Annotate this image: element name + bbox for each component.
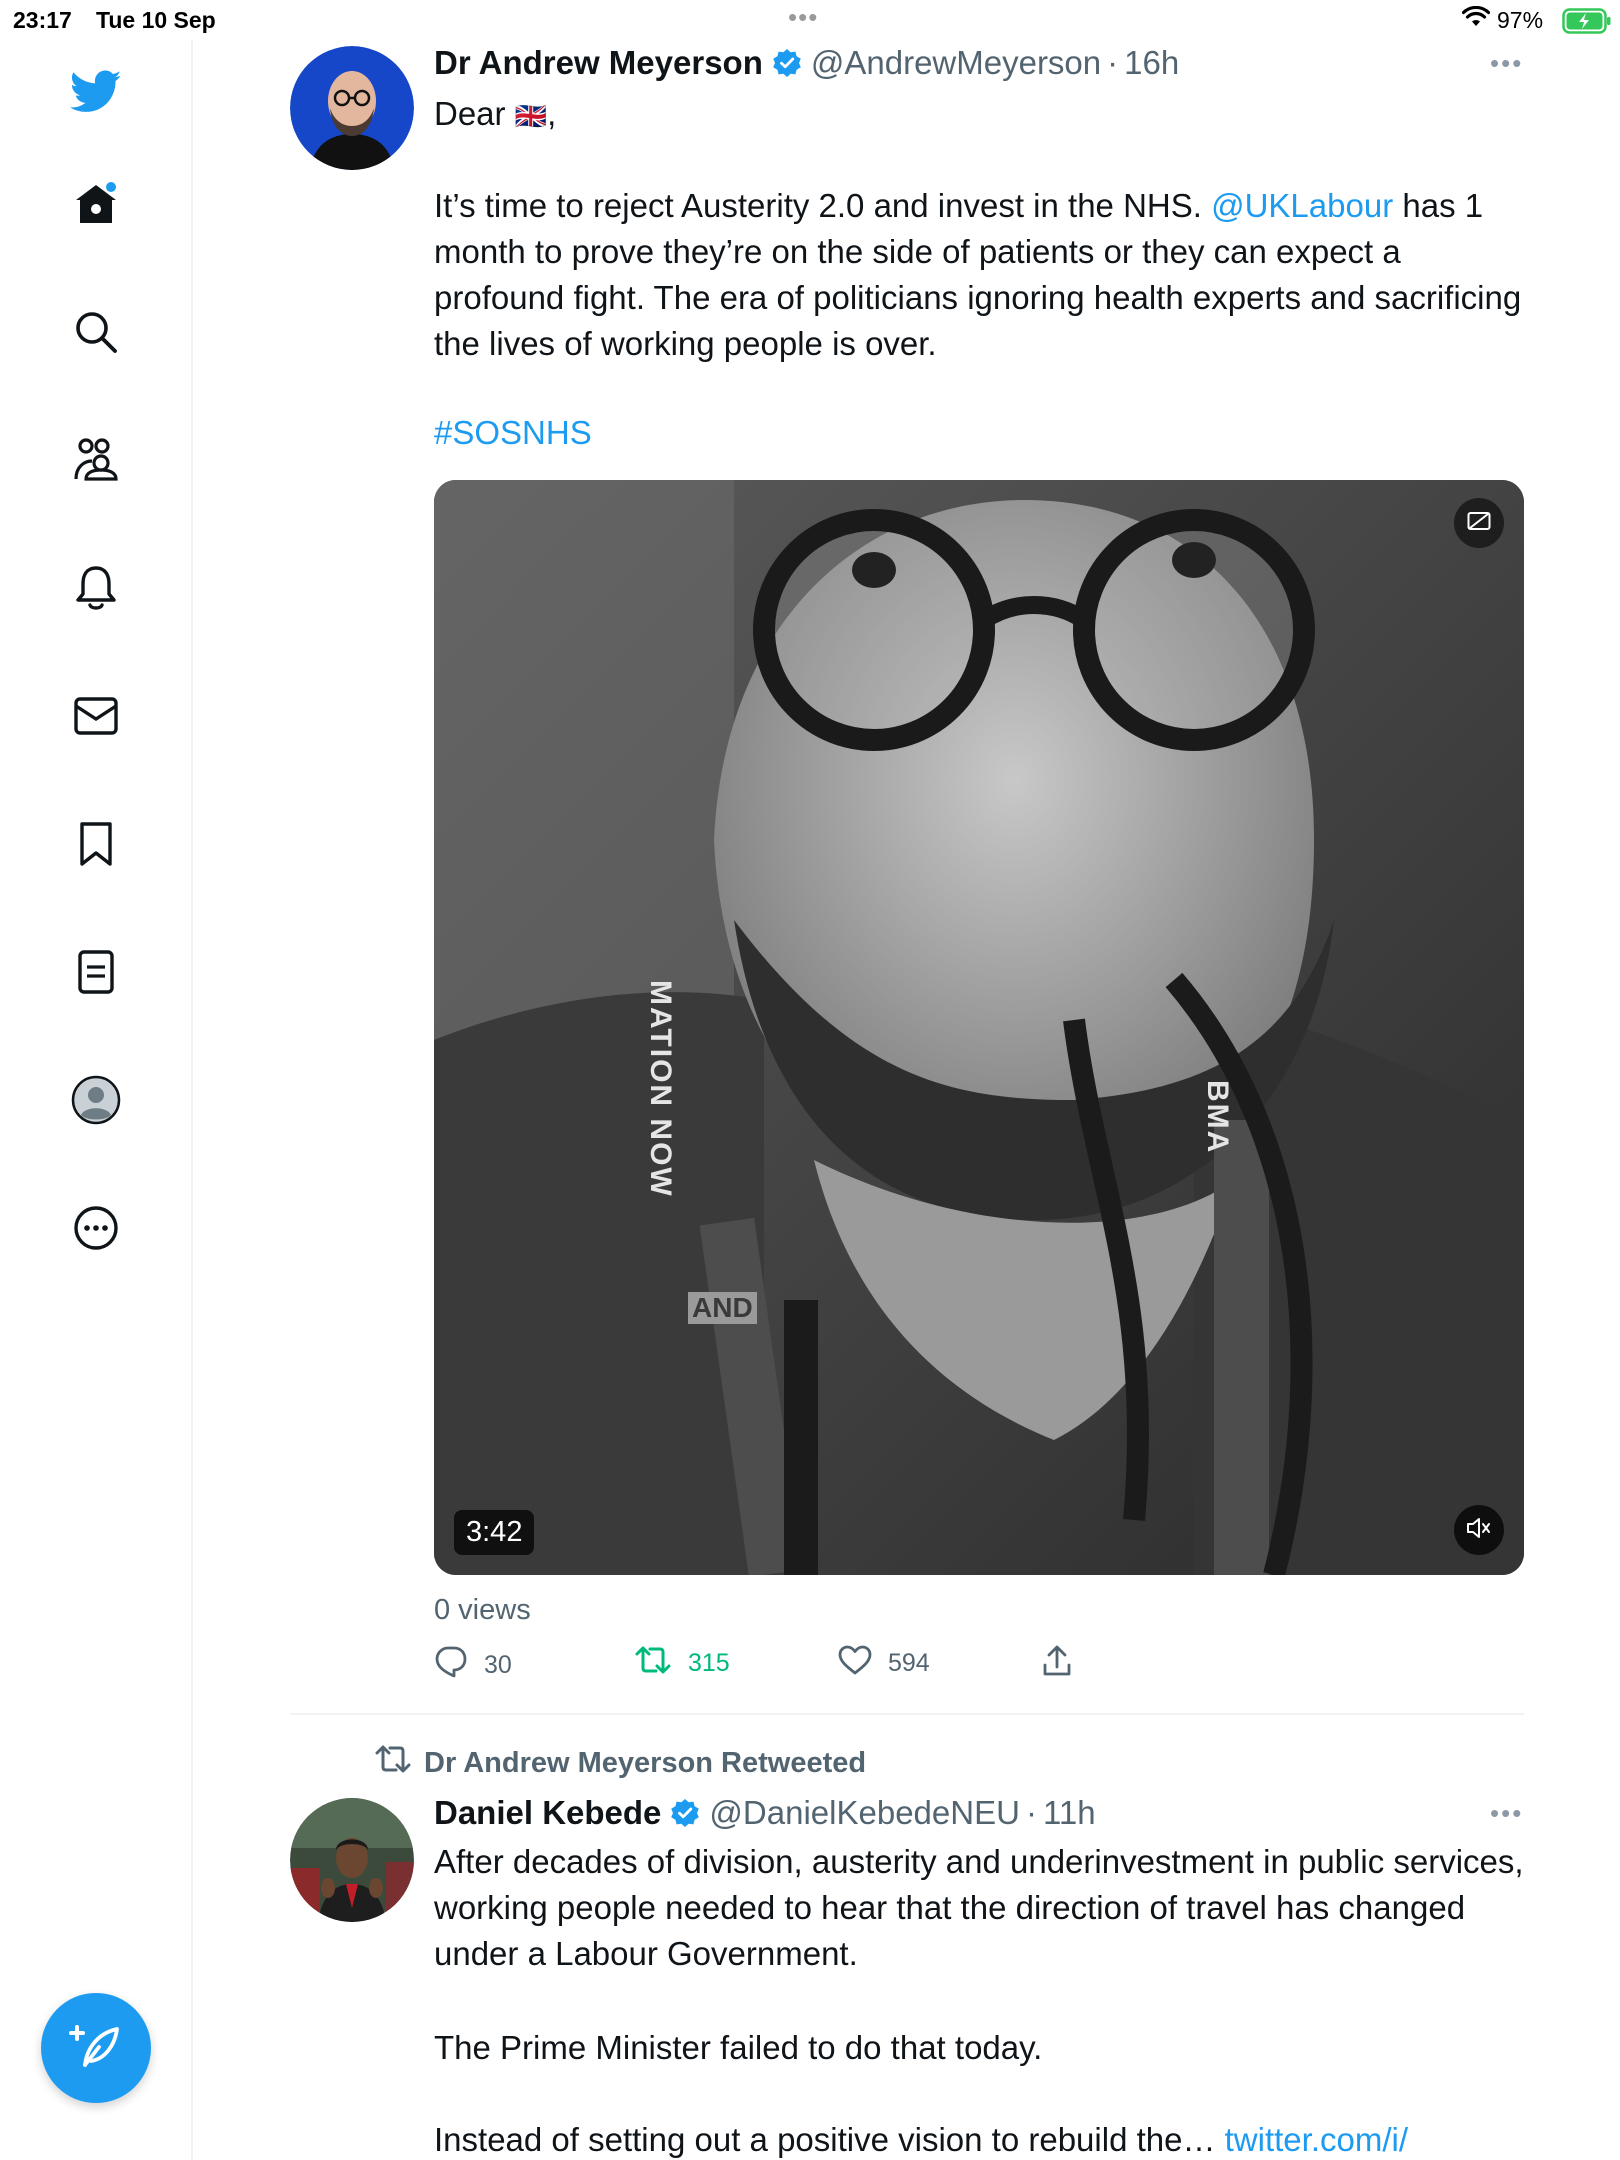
tweet1-greeting: Dear 🇬🇧, [434, 91, 1534, 139]
bookmark-icon [77, 821, 115, 867]
dot-separator: · [1025, 1794, 1037, 1831]
verified-badge-icon [670, 1798, 700, 1828]
tweet-time-2[interactable]: 11h [1043, 1794, 1096, 1832]
tweet2-para3-text: Instead of setting out a positive vision… [434, 2121, 1225, 2158]
status-date: Tue 10 Sep [96, 7, 216, 33]
share-button[interactable] [1042, 1645, 1088, 1684]
retweet-button[interactable]: 315 [634, 1645, 730, 1682]
reply-button[interactable]: 30 [434, 1645, 512, 1686]
bird-icon [70, 70, 122, 114]
like-count: 594 [888, 1649, 930, 1677]
nav-bookmarks[interactable] [62, 810, 130, 878]
twitter-logo[interactable] [62, 58, 130, 126]
heart-icon [838, 1645, 888, 1682]
retweeted-by-text: Dr Andrew Meyerson Retweeted [424, 1746, 867, 1779]
tweet-more-icon-2[interactable]: ••• [1490, 1798, 1523, 1829]
tweet-time[interactable]: 16h [1124, 44, 1179, 82]
author-handle-2[interactable]: @DanielKebedeNEU [709, 1794, 1020, 1832]
bell-icon [74, 564, 118, 612]
reply-count: 30 [484, 1651, 512, 1679]
author-avatar[interactable] [290, 46, 414, 170]
nav-lists[interactable] [62, 938, 130, 1006]
list-icon [76, 949, 116, 995]
nav-more[interactable] [62, 1194, 130, 1262]
sidebar [0, 40, 193, 2160]
tweet-more-icon[interactable]: ••• [1490, 48, 1523, 79]
mention-link[interactable]: @UKLabour [1211, 187, 1393, 224]
tweet-divider [290, 1713, 1524, 1715]
battery-icon [1562, 8, 1612, 40]
retweeted-by-line[interactable]: Dr Andrew Meyerson Retweeted [374, 1744, 866, 1782]
nav-explore[interactable] [62, 298, 130, 366]
video-duration: 3:42 [454, 1510, 535, 1555]
retweet-icon [634, 1645, 688, 1682]
battery-percent: 97% [1497, 7, 1544, 33]
uk-flag-emoji: 🇬🇧 [514, 101, 548, 131]
greeting-text: Dear [434, 95, 506, 132]
nav-notifications[interactable] [62, 554, 130, 622]
status-bar: 23:17 Tue 10 Sep ••• 97% [0, 0, 1620, 40]
captions-icon [1467, 511, 1491, 536]
view-count: 0 views [434, 1594, 531, 1626]
author-name-2[interactable]: Daniel Kebede [434, 1794, 661, 1832]
tweet1-body: It’s time to reject Austerity 2.0 and in… [434, 183, 1524, 367]
mute-button[interactable] [1454, 1505, 1504, 1555]
home-icon [71, 179, 121, 229]
tweet1-header: Dr Andrew Meyerson @AndrewMeyerson · 16h [434, 44, 1179, 82]
author-handle[interactable]: @AndrewMeyerson [811, 44, 1101, 82]
people-icon [70, 437, 122, 483]
author-avatar-2[interactable] [290, 1798, 414, 1922]
status-time: 23:17 [13, 7, 72, 33]
dot-separator: · [1107, 44, 1119, 81]
envelope-icon [73, 696, 119, 736]
retweet-count: 315 [688, 1649, 730, 1677]
tweet2-link[interactable]: twitter.com/i/ [1225, 2121, 1408, 2158]
tweet2-para2: The Prime Minister failed to do that tod… [434, 2029, 1043, 2066]
video-frame [434, 480, 1524, 1575]
captions-button[interactable] [1454, 498, 1504, 548]
feather-plus-icon [69, 2019, 123, 2078]
verified-badge-icon [772, 48, 802, 78]
more-circle-icon [73, 1205, 119, 1251]
hashtag-link[interactable]: #SOSNHS [434, 414, 592, 452]
tweet2-header: Daniel Kebede @DanielKebedeNEU · 11h [434, 1794, 1096, 1832]
reply-icon [434, 1645, 484, 1686]
tweet2-para3: Instead of setting out a positive vision… [434, 2117, 1534, 2160]
like-button[interactable]: 594 [838, 1645, 930, 1682]
author-name[interactable]: Dr Andrew Meyerson [434, 44, 763, 82]
lanyard-text-bma: BMA [1201, 1080, 1234, 1155]
avatar-icon [71, 1075, 121, 1125]
share-icon [1042, 1645, 1088, 1684]
tweet-actions: 30 315 594 [434, 1645, 1524, 1685]
search-icon [73, 309, 119, 355]
caption-word: AND [688, 1292, 757, 1324]
nav-messages[interactable] [62, 682, 130, 750]
wifi-icon [1461, 5, 1491, 34]
greeting-suffix: , [547, 95, 557, 132]
video-player[interactable]: MATION NOW BMA AND 3:42 [434, 480, 1524, 1575]
multitasking-dots-icon[interactable]: ••• [788, 2, 818, 33]
tweet2-para1: After decades of division, austerity and… [434, 1843, 1524, 1972]
nav-communities[interactable] [62, 426, 130, 494]
compose-tweet-button[interactable] [41, 1993, 151, 2103]
lanyard-text: MATION NOW [644, 980, 677, 1198]
nav-profile[interactable] [62, 1066, 130, 1134]
nav-home[interactable] [62, 170, 130, 238]
retweet-small-icon [374, 1744, 424, 1782]
body-text: It’s time to reject Austerity 2.0 and in… [434, 187, 1212, 224]
speaker-muted-icon [1466, 1517, 1492, 1544]
